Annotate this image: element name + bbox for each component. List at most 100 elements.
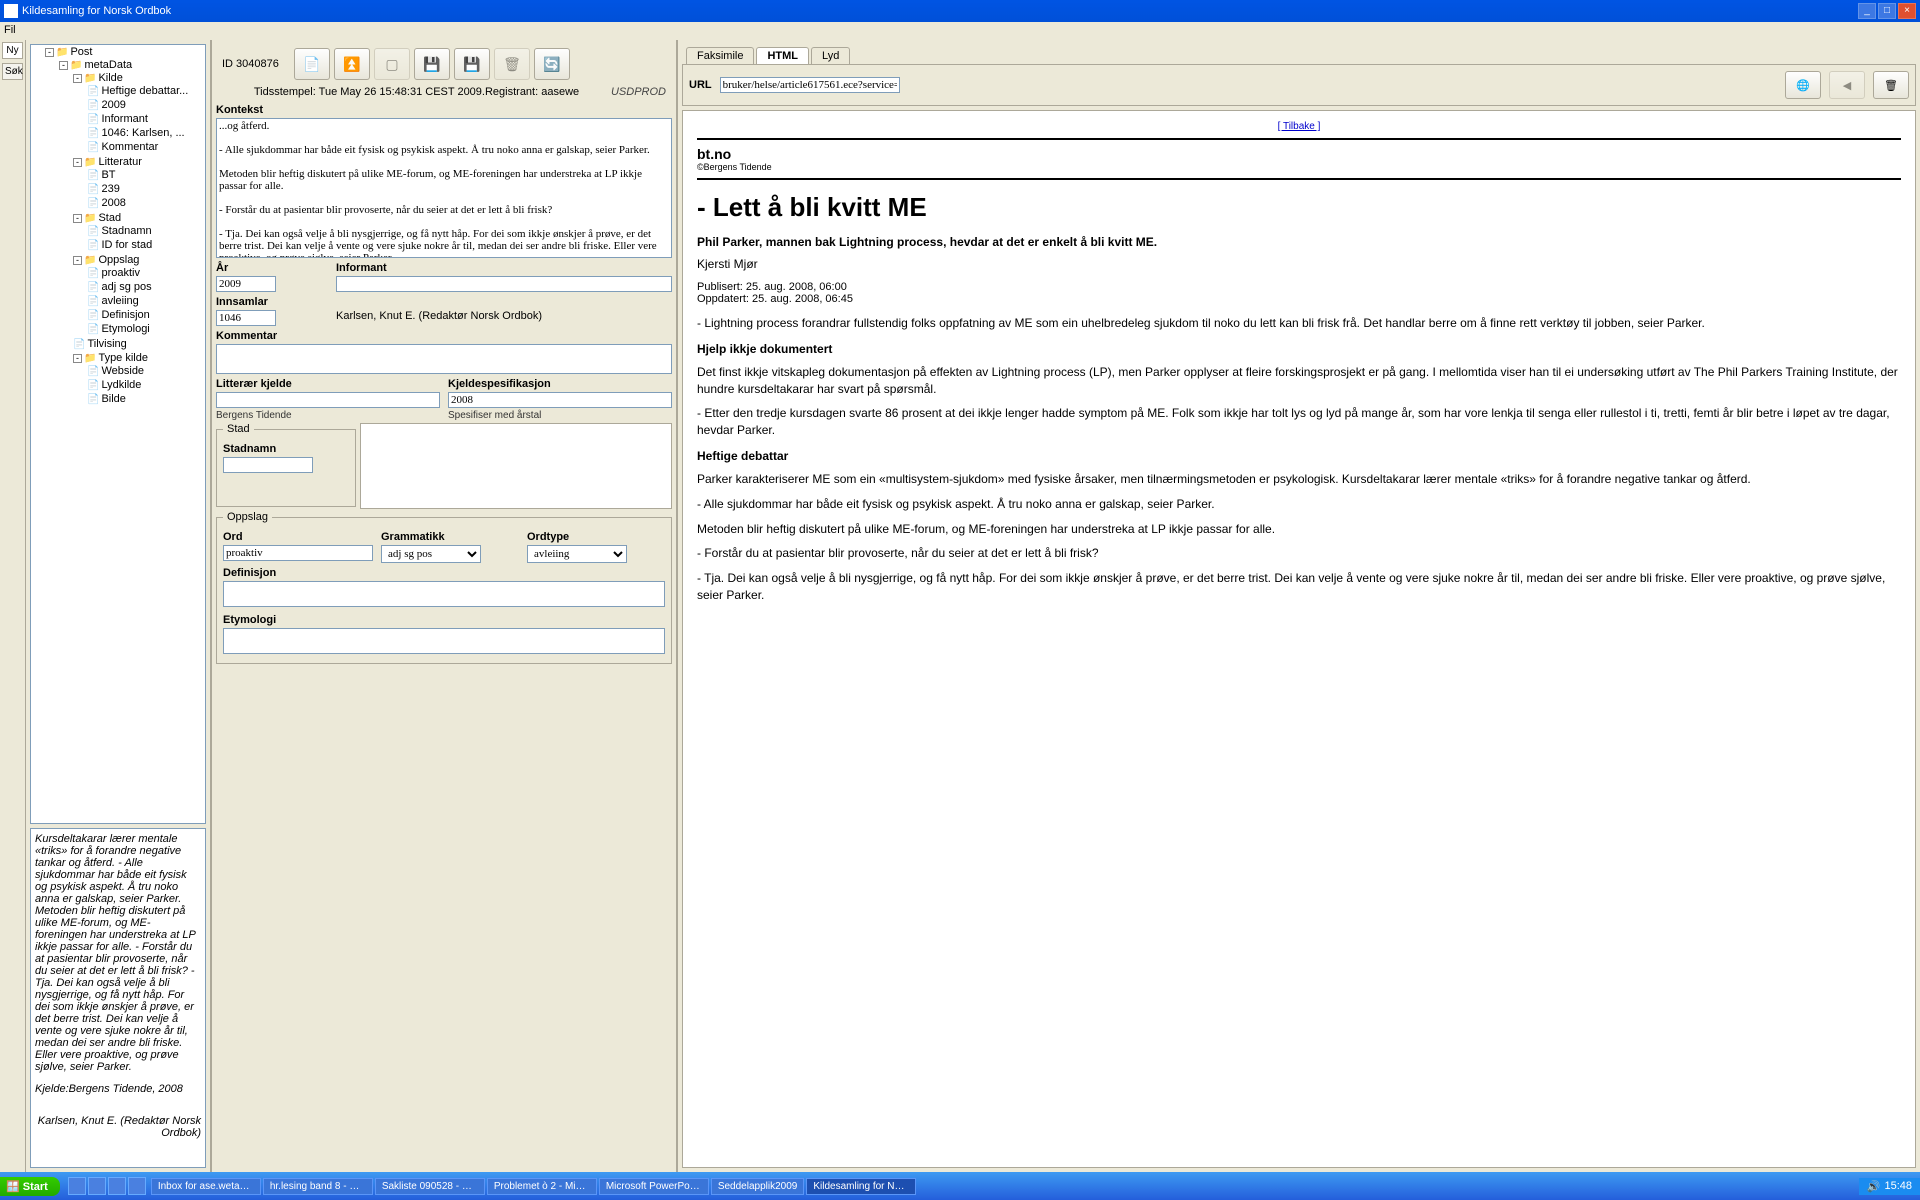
tree-item[interactable]: 2009 <box>101 99 125 111</box>
ety-label: Etymologi <box>223 614 665 626</box>
close-button[interactable]: × <box>1898 3 1916 19</box>
save-button[interactable]: 💾 <box>414 48 450 80</box>
gram-select[interactable]: adj sg pos <box>381 545 481 563</box>
window-titlebar: Kildesamling for Norsk Ordbok _ □ × <box>0 0 1920 22</box>
back-link[interactable]: [ Tilbake ] <box>697 121 1901 132</box>
quicklaunch[interactable] <box>64 1177 150 1195</box>
tree-item[interactable]: Webside <box>101 365 144 377</box>
map-placeholder <box>360 423 672 509</box>
save2-button[interactable]: 💾 <box>454 48 490 80</box>
article-byline: Kjersti Mjør <box>697 257 1901 271</box>
taskbar-item[interactable]: Problemet ò 2 - Microsoft... <box>487 1178 597 1195</box>
timestamp: Tidsstempel: Tue May 26 15:48:31 CEST 20… <box>222 86 611 98</box>
start-button[interactable]: 🪟 Start <box>0 1177 60 1196</box>
trash-button[interactable]: 🗑 <box>1873 71 1909 99</box>
tree-item[interactable]: Heftige debattar... <box>101 85 188 97</box>
system-tray[interactable]: 🔊 15:48 <box>1859 1178 1920 1195</box>
article-p3: - Etter den tredje kursdagen svarte 86 p… <box>697 405 1901 439</box>
tree-kilde[interactable]: Kilde <box>98 72 122 84</box>
tree-litteratur[interactable]: Litteratur <box>98 156 141 168</box>
tab-sok[interactable]: Søk <box>2 63 23 80</box>
tree-item[interactable]: Lydkilde <box>101 379 141 391</box>
kommentar-textarea[interactable] <box>216 344 672 374</box>
def-textarea[interactable] <box>223 581 665 607</box>
stad-fieldset: Stad Stadnamn <box>216 423 356 507</box>
tree-metadata[interactable]: metaData <box>84 59 132 71</box>
tray-icon[interactable]: 🔊 <box>1867 1180 1881 1193</box>
url-label: URL <box>689 79 712 91</box>
tree-item[interactable]: proaktiv <box>101 267 140 279</box>
stadnamn-input[interactable] <box>223 457 313 473</box>
tree-item[interactable]: 239 <box>101 183 119 195</box>
taskbar-item[interactable]: Inbox for ase.wetas@iln... <box>151 1178 261 1195</box>
tree-item[interactable]: avleiing <box>101 295 138 307</box>
tree-item[interactable]: Etymologi <box>101 323 149 335</box>
tree-oppslag[interactable]: Oppslag <box>98 254 139 266</box>
tree-item[interactable]: BT <box>101 169 115 181</box>
innsamlar-input[interactable] <box>216 310 276 326</box>
tree-item[interactable]: Kommentar <box>101 141 158 153</box>
preview-pane: Kursdeltakarar lærer mentale «triks» for… <box>30 828 206 1168</box>
tree-tilvising[interactable]: Tilvising <box>87 338 126 350</box>
article-h3b: Heftige debattar <box>697 449 1901 463</box>
url-input[interactable] <box>720 77 900 93</box>
taskbar-item[interactable]: hr.lesing band 8 - Micros... <box>263 1178 373 1195</box>
kommentar-label: Kommentar <box>216 330 672 342</box>
tab-html[interactable]: HTML <box>756 47 809 64</box>
maximize-button[interactable]: □ <box>1878 3 1896 19</box>
article-h1: - Lett å bli kvitt ME <box>697 192 1901 223</box>
innsamlar-name: Karlsen, Knut E. (Redaktør Norsk Ordbok) <box>336 310 542 322</box>
menu-fil[interactable]: Fil <box>4 24 16 36</box>
tree-item[interactable]: adj sg pos <box>101 281 151 293</box>
taskbar-item[interactable]: Sakliste 090528 - Micros... <box>375 1178 485 1195</box>
tree-post[interactable]: Post <box>70 46 92 58</box>
ety-textarea[interactable] <box>223 628 665 654</box>
tree-item[interactable]: 2008 <box>101 197 125 209</box>
side-tabs: Ny Søk <box>0 40 26 1172</box>
ar-input[interactable] <box>216 276 276 292</box>
tree-item[interactable]: Informant <box>101 113 147 125</box>
article-p8: - Tja. Dei kan også velje å bli nysgjerr… <box>697 570 1901 604</box>
ord-label: Ord <box>223 531 373 543</box>
littkjelde-input[interactable] <box>216 392 440 408</box>
kjeldespes-hint: Spesifiser med årstal <box>448 410 672 421</box>
oppslag-fieldset: Oppslag Ord Grammatikk adj sg pos Ordtyp… <box>216 511 672 664</box>
taskbar-item[interactable]: Microsoft PowerPoint - [... <box>599 1178 709 1195</box>
kontekst-textarea[interactable] <box>216 118 672 258</box>
tree-stad[interactable]: Stad <box>98 212 121 224</box>
informant-input[interactable] <box>336 276 672 292</box>
article-viewer[interactable]: [ Tilbake ] bt.no ©Bergens Tidende - Let… <box>682 110 1916 1168</box>
article-p6: Metoden blir heftig diskutert på ulike M… <box>697 521 1901 538</box>
ord-input[interactable] <box>223 545 373 561</box>
tree-item[interactable]: 1046: Karlsen, ... <box>101 127 184 139</box>
article-sublogo: ©Bergens Tidende <box>697 162 1901 172</box>
taskbar: 🪟 Start Inbox for ase.wetas@iln...hr.les… <box>0 1172 1920 1200</box>
article-p2: Det finst ikkje vitskapleg dokumentasjon… <box>697 364 1901 398</box>
gram-label: Grammatikk <box>381 531 519 543</box>
tree-item[interactable]: Bilde <box>101 393 125 405</box>
article-p5: - Alle sjukdommar har både eit fysisk og… <box>697 496 1901 513</box>
tree-item[interactable]: Definisjon <box>101 309 149 321</box>
up-button[interactable]: ⏫ <box>334 48 370 80</box>
littkjelde-hint: Bergens Tidende <box>216 410 440 421</box>
minimize-button[interactable]: _ <box>1858 3 1876 19</box>
env-label: USDPROD <box>611 86 666 98</box>
refresh-button[interactable]: 🔄 <box>534 48 570 80</box>
ordtype-select[interactable]: avleiing <box>527 545 627 563</box>
kjeldespes-input[interactable] <box>448 392 672 408</box>
tab-ny[interactable]: Ny <box>2 42 23 59</box>
clock: 15:48 <box>1884 1180 1912 1192</box>
kontekst-label: Kontekst <box>216 104 672 116</box>
menubar: Fil <box>0 22 1920 40</box>
taskbar-item[interactable]: Kildesamling for Nors... <box>806 1178 916 1195</box>
new-button[interactable]: 📄 <box>294 48 330 80</box>
tab-faksimile[interactable]: Faksimile <box>686 47 754 64</box>
tree-view[interactable]: -Post -metaData -Kilde Heftige debattar.… <box>30 44 206 824</box>
taskbar-item[interactable]: Seddelapplik2009 <box>711 1178 805 1195</box>
go-button[interactable]: 🌐 <box>1785 71 1821 99</box>
tree-item[interactable]: Stadnamn <box>101 225 151 237</box>
tab-lyd[interactable]: Lyd <box>811 47 850 64</box>
tree-typekilde[interactable]: Type kilde <box>98 352 148 364</box>
ar-label: År <box>216 262 328 274</box>
tree-item[interactable]: ID for stad <box>101 239 152 251</box>
